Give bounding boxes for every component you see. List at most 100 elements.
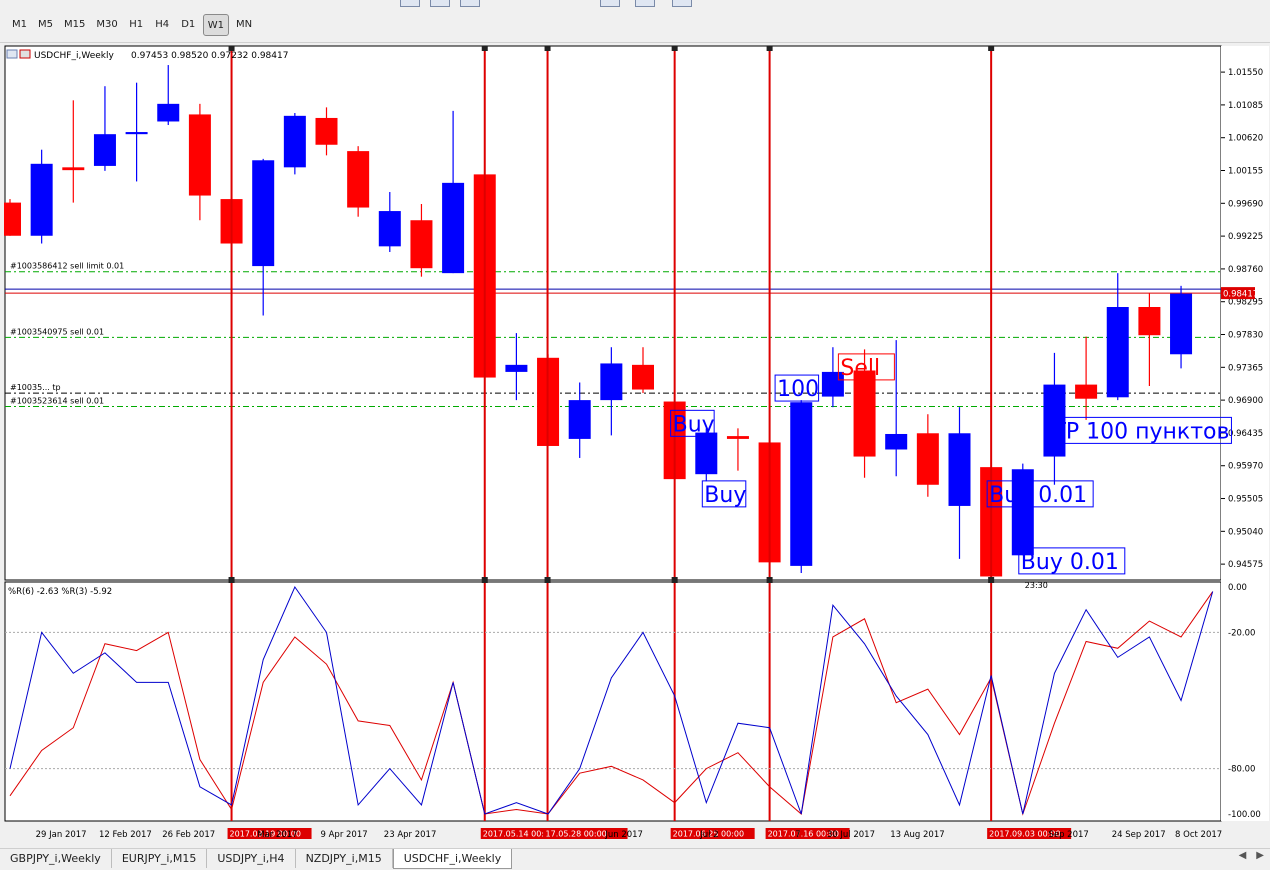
tab-scroll-left-icon[interactable]: ◀ bbox=[1239, 850, 1247, 861]
chart-type-icon[interactable] bbox=[430, 0, 450, 7]
candle-body bbox=[1138, 307, 1161, 336]
tab-nav: ◀ ▶ bbox=[1239, 850, 1264, 861]
candle-body bbox=[378, 211, 401, 247]
candle-body bbox=[695, 432, 718, 475]
chart-tab[interactable]: USDCHF_i,Weekly bbox=[392, 849, 513, 869]
price-tick-label: 0.94575 bbox=[1228, 560, 1263, 570]
candle-body bbox=[885, 433, 908, 450]
wpr-tick-label: -20.00 bbox=[1228, 628, 1255, 638]
price-tick-label: 0.98760 bbox=[1228, 265, 1263, 275]
price-tick-label: 0.97365 bbox=[1228, 363, 1263, 373]
vline-marker bbox=[544, 46, 551, 51]
chart-window-icon bbox=[19, 49, 31, 59]
crosshair-icon[interactable] bbox=[635, 0, 655, 7]
timeframe-h4-button[interactable]: H4 bbox=[151, 14, 174, 36]
vline-marker bbox=[228, 577, 235, 583]
candle-body bbox=[505, 364, 528, 372]
price-tick-label: 0.95970 bbox=[1228, 462, 1263, 472]
trade-label: Buy 0.01 bbox=[1021, 550, 1119, 575]
price-tick-label: 1.00155 bbox=[1228, 167, 1263, 177]
time-axis-label: 30 Jul 2017 bbox=[827, 830, 875, 840]
price-tick-label: 0.96900 bbox=[1228, 396, 1263, 406]
candle-body bbox=[632, 364, 654, 390]
chart-tab[interactable]: GBPJPY_i,Weekly bbox=[0, 849, 112, 868]
chart-tab[interactable]: NZDJPY_i,M15 bbox=[296, 849, 393, 868]
order-line-label: #1003540975 sell 0.01 bbox=[10, 327, 104, 336]
price-tick-label: 0.99690 bbox=[1228, 199, 1263, 209]
order-line-label: #1003586412 sell limit 0.01 bbox=[10, 262, 124, 271]
timeframe-m15-button[interactable]: M15 bbox=[60, 14, 89, 36]
chart-area[interactable]: 1.01550 1.01085 1.00620 1.00155 0.99690 0.992… bbox=[4, 45, 1270, 845]
trade-label: Buy bbox=[673, 412, 715, 437]
time-axis-label: 23 Apr 2017 bbox=[384, 830, 437, 840]
vline-marker bbox=[671, 577, 678, 583]
candle-body bbox=[188, 114, 211, 196]
chart-symbol-label: USDCHF_i,Weekly bbox=[34, 51, 114, 61]
time-axis-label: Sep 2017 bbox=[1048, 830, 1088, 840]
autoscroll-icon[interactable] bbox=[460, 0, 480, 7]
vline-marker bbox=[766, 46, 773, 51]
candle-body bbox=[442, 182, 465, 274]
chart-ohlc-label: 0.97453 0.98520 0.97232 0.98417 bbox=[131, 51, 288, 61]
timeframe-m1-button[interactable]: M1 bbox=[8, 14, 31, 36]
candle-body bbox=[1170, 293, 1193, 355]
indicator-label: %R(6) -2.63 %R(3) -5.92 bbox=[8, 587, 112, 597]
vline-marker bbox=[481, 46, 488, 51]
candle-body bbox=[600, 363, 623, 401]
candle-body bbox=[853, 370, 876, 457]
candle-body bbox=[125, 132, 148, 135]
trade-label: Sell bbox=[840, 356, 880, 381]
timeframe-m5-button[interactable]: M5 bbox=[34, 14, 57, 36]
chart-tab[interactable]: USDJPY_i,H4 bbox=[207, 849, 296, 868]
chart-window-icon bbox=[6, 49, 18, 59]
timeframe-mn-button[interactable]: MN bbox=[232, 14, 256, 36]
time-axis-label: 13 Aug 2017 bbox=[890, 830, 944, 840]
time-axis-label: 29 Jan 2017 bbox=[36, 830, 87, 840]
time-label: 23:30 bbox=[1025, 581, 1048, 590]
vline-date-label: 17.05.28 00:00 bbox=[546, 830, 607, 839]
candle-body bbox=[1106, 307, 1129, 398]
trade-label: Buy 0.01 bbox=[989, 483, 1087, 508]
candle-body bbox=[726, 436, 749, 439]
select-icon[interactable] bbox=[672, 0, 692, 7]
vline-date-label: 2017.05.14 00:00 bbox=[483, 830, 554, 839]
candle-body bbox=[568, 400, 591, 439]
indicator-panel bbox=[4, 581, 1222, 822]
vline-marker bbox=[671, 46, 678, 51]
vline-marker bbox=[988, 577, 995, 583]
time-axis-label: 9 Apr 2017 bbox=[321, 830, 368, 840]
timeframe-m30-button[interactable]: M30 bbox=[92, 14, 121, 36]
time-axis-label: 24 Sep 2017 bbox=[1112, 830, 1166, 840]
wpr-tick-label: -80.00 bbox=[1228, 765, 1255, 775]
timeframe-d1-button[interactable]: D1 bbox=[177, 14, 200, 36]
candle-body bbox=[948, 433, 971, 506]
current-price-label: 0.98417 bbox=[1223, 290, 1258, 300]
chart-tab[interactable]: EURJPY_i,M15 bbox=[112, 849, 208, 868]
timeframe-h1-button[interactable]: H1 bbox=[125, 14, 148, 36]
trade-label: Buy bbox=[704, 483, 746, 508]
toolbar: M1 M5 M15 M30 H1 H4 D1 W1 MN bbox=[0, 0, 1270, 43]
zoom-icon[interactable] bbox=[400, 0, 420, 7]
order-line-label: #1003523614 sell 0.01 bbox=[10, 396, 104, 405]
price-tick-label: 0.96435 bbox=[1228, 429, 1263, 439]
price-tick-label: 1.01550 bbox=[1228, 68, 1263, 78]
wpr-tick-label: 0.00 bbox=[1228, 583, 1247, 593]
tab-scroll-right-icon[interactable]: ▶ bbox=[1256, 850, 1264, 861]
wpr-tick-label: -100.00 bbox=[1228, 810, 1261, 820]
vline-marker bbox=[988, 46, 995, 51]
price-tick-label: 0.95505 bbox=[1228, 495, 1263, 505]
time-axis-label: 12 Feb 2017 bbox=[99, 830, 152, 840]
candle-body bbox=[410, 220, 433, 269]
vline-marker bbox=[544, 577, 551, 583]
chart-tabs: GBPJPY_i,Weekly EURJPY_i,M15 USDJPY_i,H4 NZ… bbox=[0, 848, 1270, 870]
cursor-icon[interactable] bbox=[600, 0, 620, 7]
price-tick-label: 0.95040 bbox=[1228, 527, 1263, 537]
candle-body bbox=[157, 103, 180, 122]
trade-label: 100 bbox=[777, 377, 819, 402]
time-axis-label: Mar 2017 bbox=[257, 830, 297, 840]
order-line-label: #10035... tp bbox=[10, 383, 61, 392]
candle-body bbox=[1075, 384, 1098, 399]
timeframe-w1-button[interactable]: W1 bbox=[202, 14, 229, 36]
time-axis-label: 7 bbox=[795, 830, 800, 840]
price-tick-label: 0.99225 bbox=[1228, 232, 1263, 242]
